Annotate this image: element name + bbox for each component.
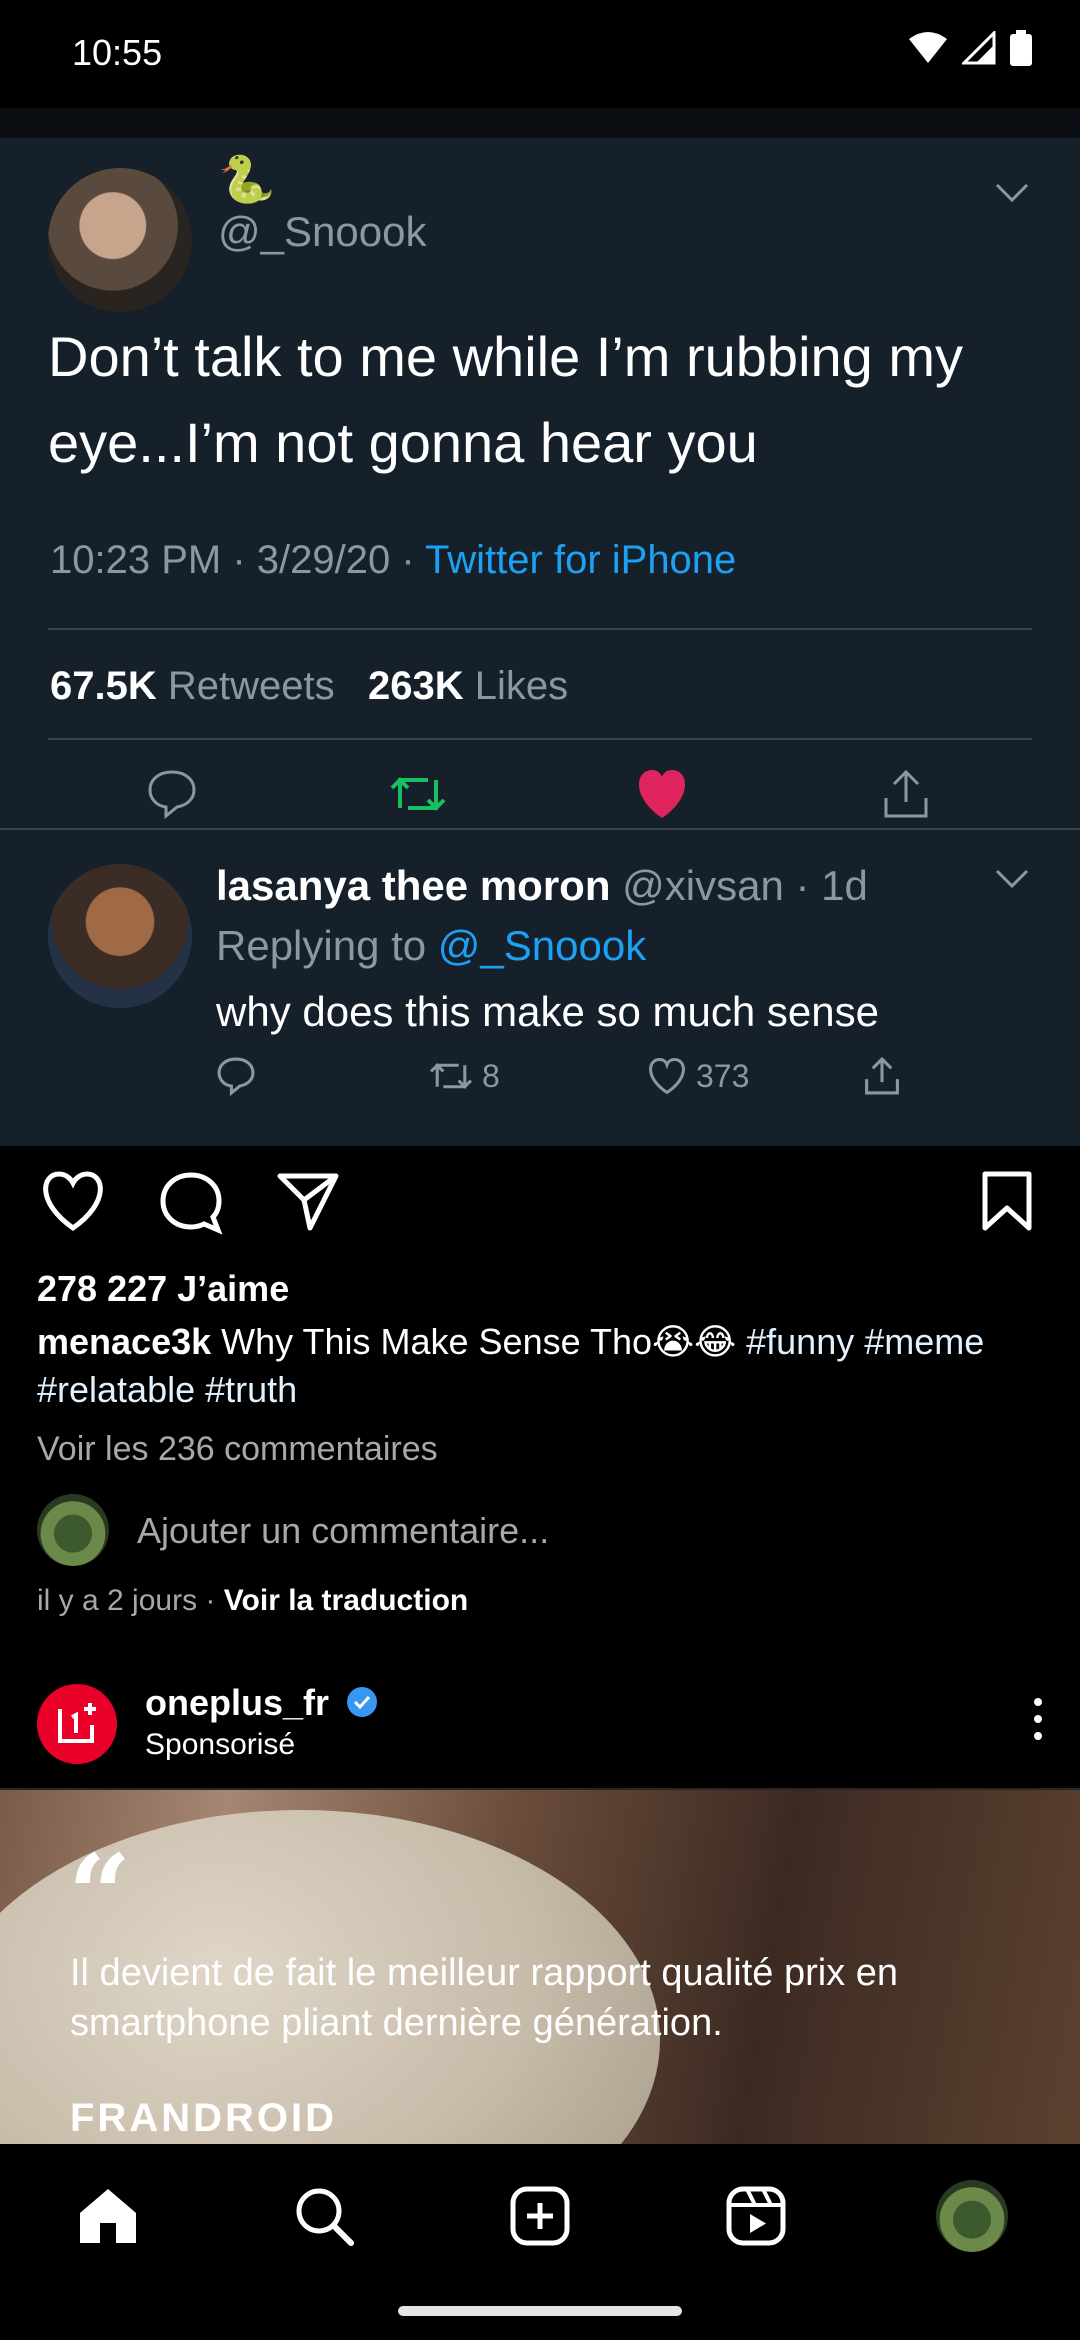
reply-icon bbox=[148, 770, 196, 820]
sponsor-account-name[interactable]: oneplus_fr bbox=[145, 1682, 379, 1724]
ad-quote-text: Il devient de fait le meilleur rapport q… bbox=[70, 1952, 899, 2044]
post-actions bbox=[0, 1170, 1080, 1250]
reels-icon bbox=[726, 2186, 786, 2246]
reply-text: why does this make so much sense bbox=[216, 988, 879, 1035]
oneplus-logo[interactable] bbox=[37, 1684, 117, 1764]
replying-to: Replying to @_Snoook bbox=[216, 922, 646, 970]
nav-reels[interactable] bbox=[718, 2178, 794, 2254]
ad-source-logo: FRANDROID bbox=[70, 2096, 337, 2140]
retweet-icon bbox=[429, 1063, 473, 1089]
tweet-time: 10:23 PM · 3/29/20 · bbox=[50, 538, 426, 582]
reply-avatar bbox=[48, 864, 192, 1008]
nav-home[interactable] bbox=[70, 2178, 146, 2254]
reply-handle: @xivsan · 1d bbox=[610, 862, 868, 909]
translate-link[interactable]: Voir la traduction bbox=[224, 1584, 468, 1617]
divider bbox=[48, 738, 1032, 740]
avatar bbox=[936, 2180, 1008, 2252]
avatar bbox=[37, 1494, 109, 1566]
plus-square-icon bbox=[510, 2186, 570, 2246]
nav-create[interactable] bbox=[502, 2178, 578, 2254]
reply-retweet-count: 8 bbox=[482, 1057, 500, 1094]
tweet-avatar bbox=[48, 168, 192, 312]
battery-icon bbox=[1010, 30, 1032, 66]
reply-share bbox=[862, 1056, 902, 1096]
caption-text: Why This Make Sense Tho😭😂 bbox=[211, 1321, 747, 1362]
reply-like-count: 373 bbox=[696, 1057, 750, 1094]
home-icon bbox=[80, 2189, 136, 2243]
reply-actions: 8 373 bbox=[216, 1056, 936, 1116]
status-time: 10:55 bbox=[72, 32, 163, 73]
tweet-display-name-emoji: 🐍 bbox=[218, 153, 276, 205]
post-time: il y a 2 jours bbox=[37, 1584, 198, 1617]
likes-count: 263K bbox=[367, 664, 464, 708]
retweets-label: Retweets bbox=[156, 664, 335, 708]
tweet-meta: 10:23 PM · 3/29/20 · Twitter for iPhone bbox=[50, 538, 736, 583]
nav-search[interactable] bbox=[286, 2178, 362, 2254]
retweets-count: 67.5K bbox=[50, 664, 157, 708]
replying-handle: @_Snoook bbox=[437, 922, 647, 969]
divider bbox=[48, 628, 1032, 630]
likes-label: Likes bbox=[463, 664, 569, 708]
search-icon bbox=[296, 2188, 354, 2246]
signal-icon bbox=[962, 31, 996, 65]
status-icons bbox=[908, 30, 1032, 66]
oneplus-logo-icon bbox=[58, 1703, 96, 1743]
wifi-icon bbox=[909, 32, 947, 63]
media-topstrip bbox=[0, 108, 1080, 138]
post-media[interactable]: 🐍 @_Snoook Don’t talk to me while I’m ru… bbox=[0, 108, 1080, 1146]
verified-badge-icon bbox=[347, 1687, 378, 1717]
nav-profile[interactable] bbox=[934, 2178, 1010, 2254]
comment-input[interactable]: Ajouter un commentaire... bbox=[137, 1510, 549, 1552]
post-timestamp-row: il y a 2 jours · Voir la traduction bbox=[37, 1584, 468, 1618]
share-icon bbox=[865, 1056, 899, 1095]
reply-display-name: lasanya thee moron bbox=[216, 862, 611, 909]
heart-filled-icon bbox=[638, 770, 686, 818]
caption-author[interactable]: menace3k bbox=[37, 1321, 211, 1362]
share-button[interactable] bbox=[276, 1170, 340, 1232]
replying-prefix: Replying to bbox=[216, 922, 438, 969]
reply-retweets: 8 bbox=[428, 1056, 500, 1096]
tweet-handle: @_Snoook bbox=[218, 208, 427, 255]
tweet-reply: lasanya thee moron @xivsan · 1d Replying… bbox=[0, 828, 1080, 1146]
gesture-bar[interactable] bbox=[398, 2306, 682, 2316]
comment-button[interactable] bbox=[158, 1170, 224, 1236]
likes-count[interactable]: 278 227 J’aime bbox=[37, 1268, 289, 1310]
sponsored-post-header: oneplus_fr Sponsorisé bbox=[0, 1674, 1080, 1788]
like-button[interactable] bbox=[40, 1170, 106, 1232]
reply-author: lasanya thee moron @xivsan · 1d bbox=[216, 862, 868, 910]
quote-mark: “ bbox=[68, 1830, 132, 1959]
sponsored-label: Sponsorisé bbox=[145, 1728, 296, 1761]
tweet-stats: 67.5K Retweets 263K Likes bbox=[50, 664, 568, 709]
view-comments-link[interactable]: Voir les 236 commentaires bbox=[37, 1430, 438, 1469]
heart-icon bbox=[649, 1057, 685, 1095]
add-comment-row[interactable]: Ajouter un commentaire... bbox=[37, 1494, 1037, 1566]
chevron-down-icon bbox=[995, 869, 1029, 889]
more-options-icon[interactable] bbox=[1028, 1694, 1048, 1744]
sponsor-account: oneplus_fr bbox=[145, 1682, 330, 1723]
reply-icon bbox=[217, 1057, 255, 1096]
separator: · bbox=[197, 1584, 224, 1617]
ad-image[interactable]: “ Il devient de fait le meilleur rapport… bbox=[0, 1790, 1080, 2144]
post-caption: menace3k Why This Make Sense Tho😭😂 #funn… bbox=[37, 1318, 1047, 1414]
retweet-icon bbox=[390, 777, 446, 811]
chevron-down-icon bbox=[995, 183, 1029, 203]
tweet-text: Don’t talk to me while I’m rubbing my ey… bbox=[48, 325, 964, 474]
share-icon bbox=[884, 769, 928, 818]
status-bar: 10:55 bbox=[0, 0, 1080, 108]
reply-likes: 373 bbox=[646, 1056, 749, 1096]
reply-reply bbox=[216, 1056, 256, 1096]
save-button[interactable] bbox=[980, 1170, 1034, 1232]
tweet-client: Twitter for iPhone bbox=[425, 538, 737, 582]
